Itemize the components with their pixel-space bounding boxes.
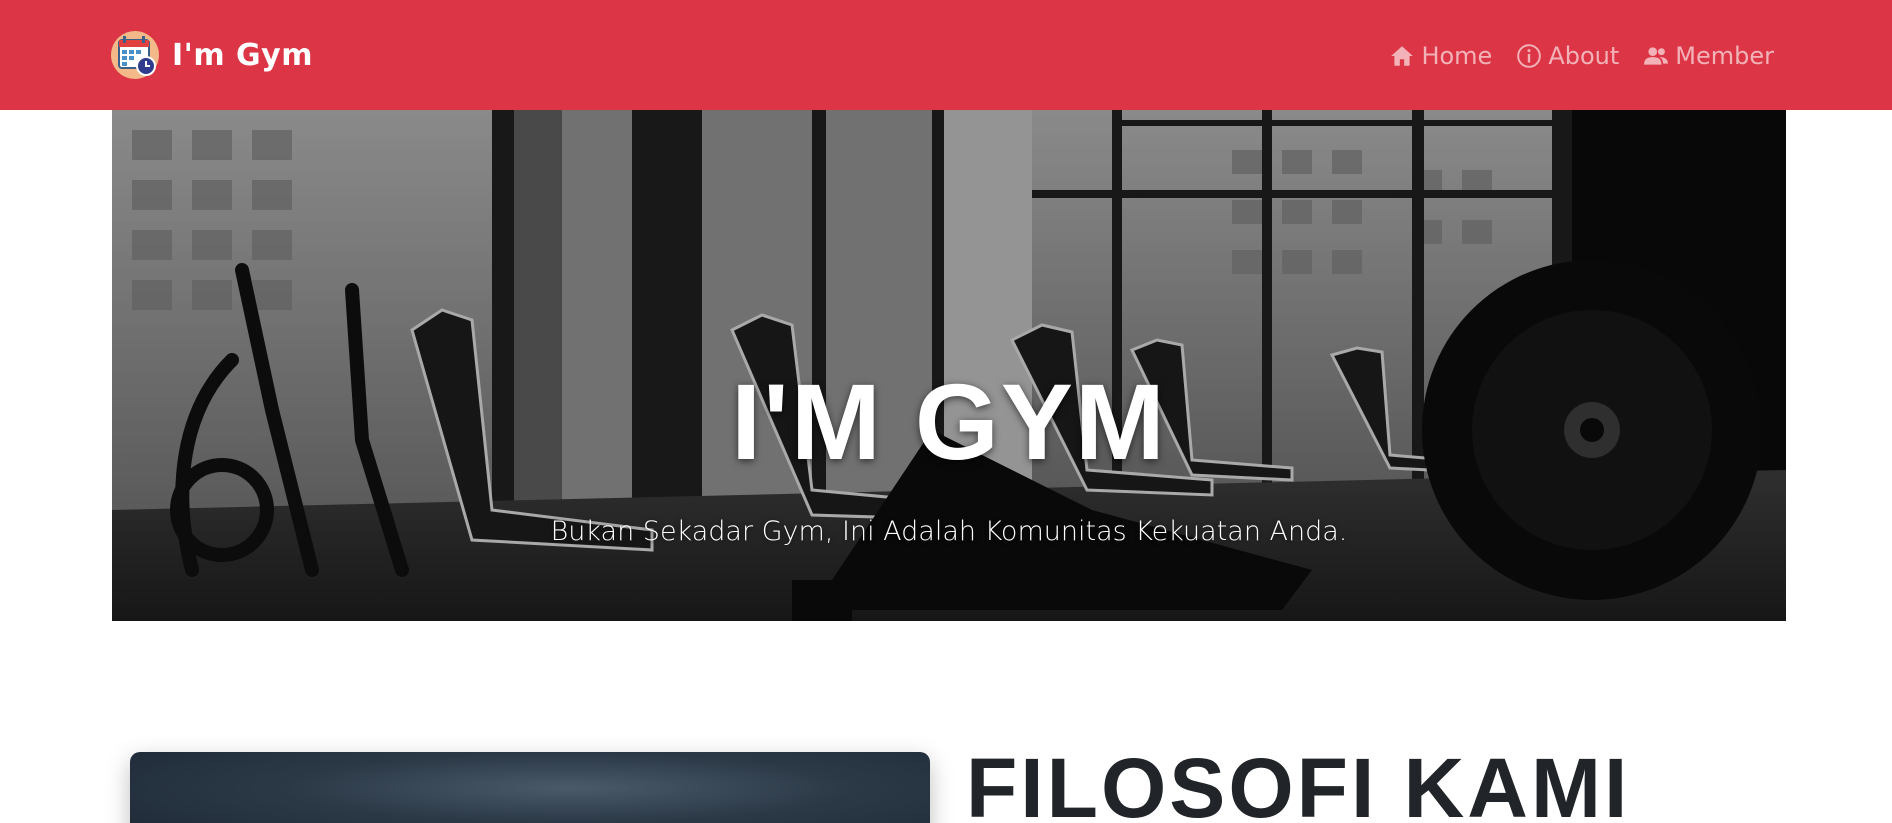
info-circle-icon	[1517, 44, 1542, 68]
nav-link-label: Home	[1421, 42, 1493, 70]
brand-text: I'm Gym	[172, 37, 313, 73]
hero-subtitle: Bukan Sekadar Gym, Ini Adalah Komunitas …	[550, 516, 1348, 547]
philosophy-title: FILOSOFI KAMI	[966, 741, 1631, 823]
brand-link[interactable]: I'm Gym	[110, 30, 313, 80]
nav-link-label: Member	[1675, 42, 1774, 70]
nav-link-label: About	[1548, 42, 1620, 70]
navbar: I'm Gym Home About Member	[0, 0, 1892, 110]
philosophy-image	[130, 752, 930, 823]
nav-link-home[interactable]: Home	[1389, 42, 1492, 70]
hero-title: I'M GYM	[731, 361, 1167, 482]
nav-link-member[interactable]: Member	[1643, 42, 1774, 70]
people-icon	[1644, 47, 1669, 65]
calendar-clock-icon	[111, 31, 159, 79]
nav-links: Home About Member	[1389, 38, 1774, 74]
house-icon	[1391, 46, 1414, 66]
hero-banner: I'M GYM Bukan Sekadar Gym, Ini Adalah Ko…	[112, 110, 1786, 621]
silhouette-figure	[560, 812, 620, 823]
nav-link-about[interactable]: About	[1516, 42, 1619, 70]
